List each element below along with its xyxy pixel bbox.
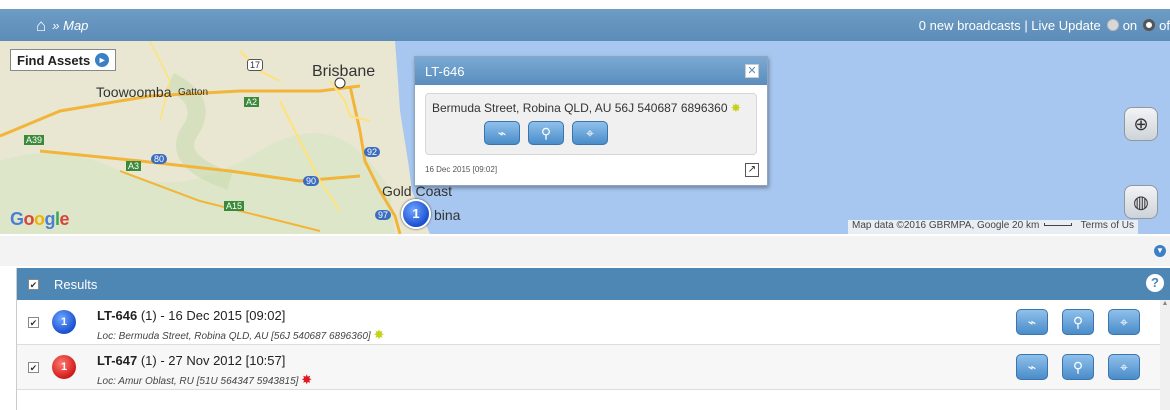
road-shield-a2: A2 — [244, 97, 260, 107]
crosshair-icon: ⌖ — [1120, 313, 1128, 330]
crosshair-icon: ⌖ — [1120, 358, 1128, 375]
live-update-label: | Live Update — [1024, 17, 1101, 33]
popup-header: LT-646 — [415, 57, 767, 85]
live-update-on-label: on — [1122, 17, 1138, 33]
message-button[interactable]: ⌁ — [1016, 354, 1048, 380]
asset-count-badge: 1 — [52, 355, 76, 379]
row-checkbox[interactable]: ✔ — [28, 317, 39, 328]
locate-button[interactable]: ⚲ — [1062, 354, 1094, 380]
result-row[interactable]: ✔ 1 LT-647 (1) - 27 Nov 2012 [10:57] Loc… — [17, 345, 1170, 390]
asset-location: Loc: Amur Oblast, RU [51U 564347 5943815… — [97, 372, 313, 387]
status-star-icon: ✸ — [301, 372, 313, 387]
live-update-off-radio[interactable] — [1143, 19, 1156, 31]
top-bar: ⌂ » Map 0 new broadcasts | Live Update o… — [0, 9, 1170, 41]
asset-name: LT-646 — [97, 308, 138, 323]
broadcast-count[interactable]: 0 new broadcasts — [919, 18, 1021, 33]
terms-of-use-link[interactable]: Terms of Us — [1081, 220, 1134, 231]
asset-meta: (1) - 16 Dec 2015 [09:02] — [137, 308, 286, 323]
center-button[interactable]: ⌖ — [1108, 309, 1140, 335]
map-label-robina: bina — [434, 207, 461, 223]
map-attribution: Map data ©2016 GBRMPA, Google 20 km Term… — [848, 220, 1139, 234]
status-star-icon: ✸ — [730, 101, 741, 115]
arrow-right-icon: ► — [95, 53, 110, 67]
signal-message-icon: ⌁ — [1027, 358, 1037, 375]
asset-location: Loc: Bermuda Street, Robina QLD, AU [56J… — [97, 327, 385, 342]
asset-meta: (1) - 27 Nov 2012 [10:57] — [137, 353, 286, 368]
find-assets-button[interactable]: Find Assets ► — [10, 49, 117, 71]
asset-count-badge: 1 — [52, 310, 76, 334]
live-update-off-label: of — [1159, 17, 1170, 33]
result-row[interactable]: ✔ 1 LT-646 (1) - 16 Dec 2015 [09:02] Loc… — [17, 300, 1170, 345]
road-shield-92: 92 — [364, 147, 381, 157]
find-assets-label: Find Assets — [17, 52, 91, 68]
map-label-gatton: Gatton — [178, 87, 209, 98]
close-icon[interactable]: ✕ — [745, 64, 759, 78]
asset-name: LT-647 — [97, 353, 138, 368]
magnifier-icon: ⚲ — [1072, 358, 1084, 375]
magnifier-icon: ⚲ — [540, 124, 552, 141]
live-update-on-radio[interactable] — [1106, 19, 1119, 31]
results-title: Results — [54, 276, 98, 292]
magnifier-icon: ⚲ — [1072, 313, 1084, 330]
asset-title[interactable]: LT-646 (1) - 16 Dec 2015 [09:02] — [97, 308, 285, 323]
row-actions: ⌁ ⚲ ⌖ — [1016, 354, 1140, 380]
road-shield-80: 80 — [151, 154, 168, 164]
results-header: ✔ Results ? — [17, 268, 1170, 300]
message-button[interactable]: ⌁ — [1016, 309, 1048, 335]
panel-divider — [0, 236, 1170, 266]
scale-bar — [1044, 223, 1073, 227]
map-view[interactable]: Find Assets ► Toowoomba Gatton Brisbane … — [0, 41, 1170, 234]
globe-search-icon: ⊕ — [1133, 113, 1149, 134]
map-label-brisbane: Brisbane — [312, 63, 376, 80]
locate-button[interactable]: ⚲ — [1062, 309, 1094, 335]
asset-title[interactable]: LT-647 (1) - 27 Nov 2012 [10:57] — [97, 353, 285, 368]
row-checkbox[interactable]: ✔ — [28, 362, 39, 373]
road-shield-a15: A15 — [224, 201, 245, 211]
road-shield-17: 17 — [247, 59, 264, 71]
popup-center-button[interactable]: ⌖ — [572, 121, 608, 145]
scroll-up-icon[interactable]: ▲ — [1160, 300, 1170, 307]
home-icon[interactable]: ⌂ — [36, 17, 46, 34]
status-star-icon: ✸ — [373, 327, 385, 342]
signal-message-icon: ⌁ — [1027, 313, 1037, 330]
popup-actions: ⌁ ⚲ ⌖ — [426, 115, 756, 145]
road-shield-a3: A3 — [126, 161, 142, 171]
collapse-panel-icon[interactable]: ▼ — [1154, 245, 1166, 257]
popup-date: 16 Dec 2015 [09:02] — [425, 165, 498, 174]
google-logo: Google — [10, 209, 70, 229]
popup-body: Bermuda Street, Robina QLD, AU 56J 54068… — [425, 93, 757, 155]
road-shield-97: 97 — [375, 210, 392, 220]
help-icon[interactable]: ? — [1146, 274, 1164, 292]
expand-icon[interactable]: ↗ — [745, 163, 759, 177]
live-update-area: 0 new broadcasts | Live Update on of — [919, 9, 1170, 41]
popup-locate-button[interactable]: ⚲ — [528, 121, 564, 145]
world-view-button[interactable]: ◍ — [1124, 185, 1158, 219]
globe-icon: ◍ — [1133, 191, 1149, 212]
map-label-toowoomba: Toowoomba — [96, 84, 172, 100]
popup-message-button[interactable]: ⌁ — [484, 121, 520, 145]
row-actions: ⌁ ⚲ ⌖ — [1016, 309, 1140, 335]
popup-address: Bermuda Street, Robina QLD, AU 56J 54068… — [432, 101, 741, 115]
results-panel: ✔ Results ? ✔ 1 LT-646 (1) - 16 Dec 2015… — [16, 268, 1170, 410]
select-all-checkbox[interactable]: ✔ — [28, 278, 39, 290]
results-scrollbar[interactable]: ▲ — [1160, 300, 1170, 410]
popup-title: LT-646 — [425, 63, 465, 79]
asset-info-popup: LT-646 ✕ Bermuda Street, Robina QLD, AU … — [414, 56, 768, 186]
center-button[interactable]: ⌖ — [1108, 354, 1140, 380]
breadcrumb: » Map — [52, 17, 89, 33]
signal-message-icon: ⌁ — [497, 124, 507, 141]
crosshair-icon: ⌖ — [586, 124, 594, 141]
road-shield-a39: A39 — [24, 135, 45, 145]
map-marker-cluster[interactable]: 1 — [401, 199, 431, 229]
road-shield-90: 90 — [303, 176, 320, 186]
zoom-to-assets-button[interactable]: ⊕ — [1124, 107, 1158, 141]
